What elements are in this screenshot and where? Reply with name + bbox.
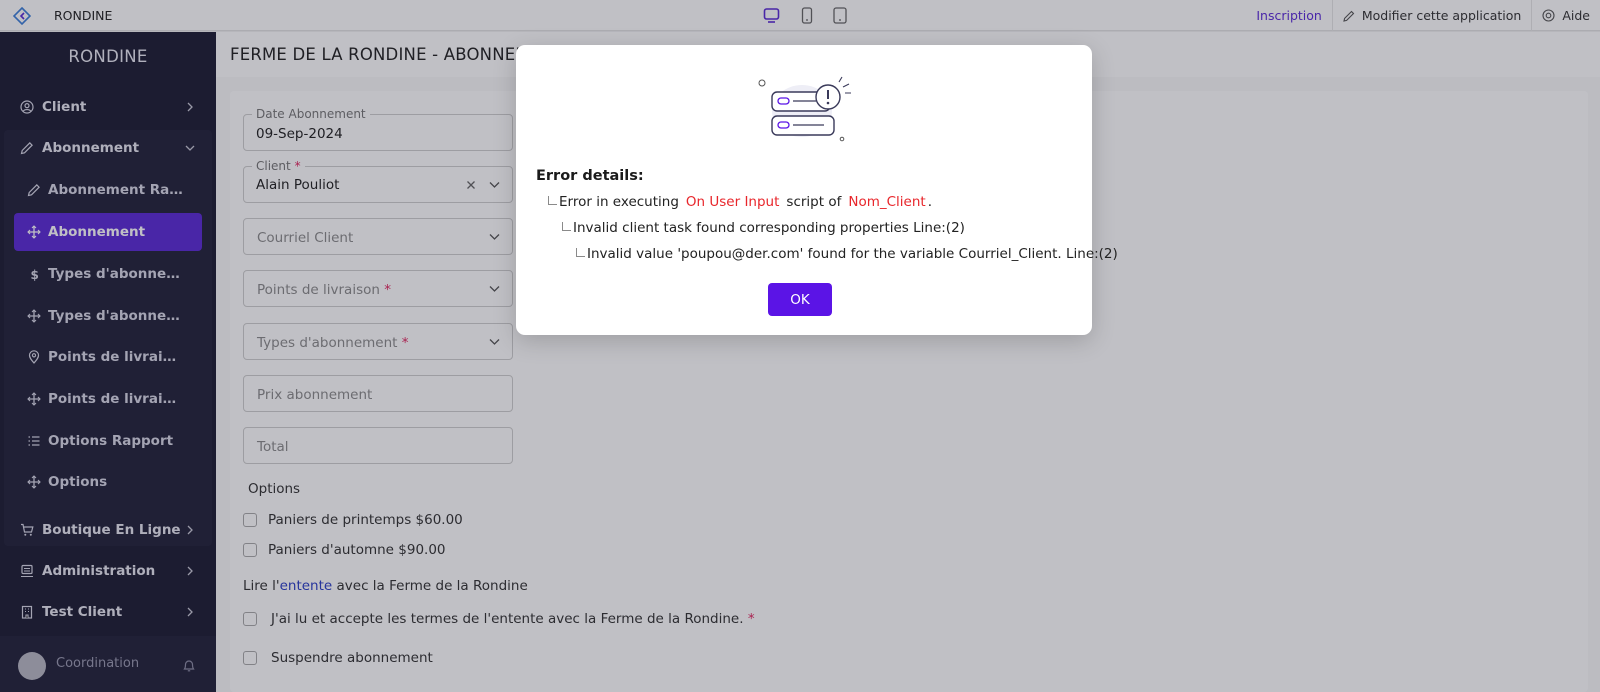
error-line-3: Invalid value 'poupou@der.com' found for… — [576, 246, 1118, 262]
error-details-title: Error details: — [536, 168, 644, 184]
server-error-illustration-icon — [758, 76, 851, 142]
field-name: Nom_Client — [848, 194, 926, 210]
tree-branch-icon — [562, 221, 571, 231]
ok-button[interactable]: OK — [768, 283, 832, 316]
tree-branch-icon — [576, 247, 585, 257]
event-name: On User Input — [685, 194, 780, 210]
error-line-2: Invalid client task found corresponding … — [562, 220, 965, 236]
error-line-1: Error in executing On User Input script … — [548, 194, 932, 210]
error-dialog: Error details: Error in executing On Use… — [516, 45, 1118, 335]
tree-branch-icon — [548, 195, 557, 205]
